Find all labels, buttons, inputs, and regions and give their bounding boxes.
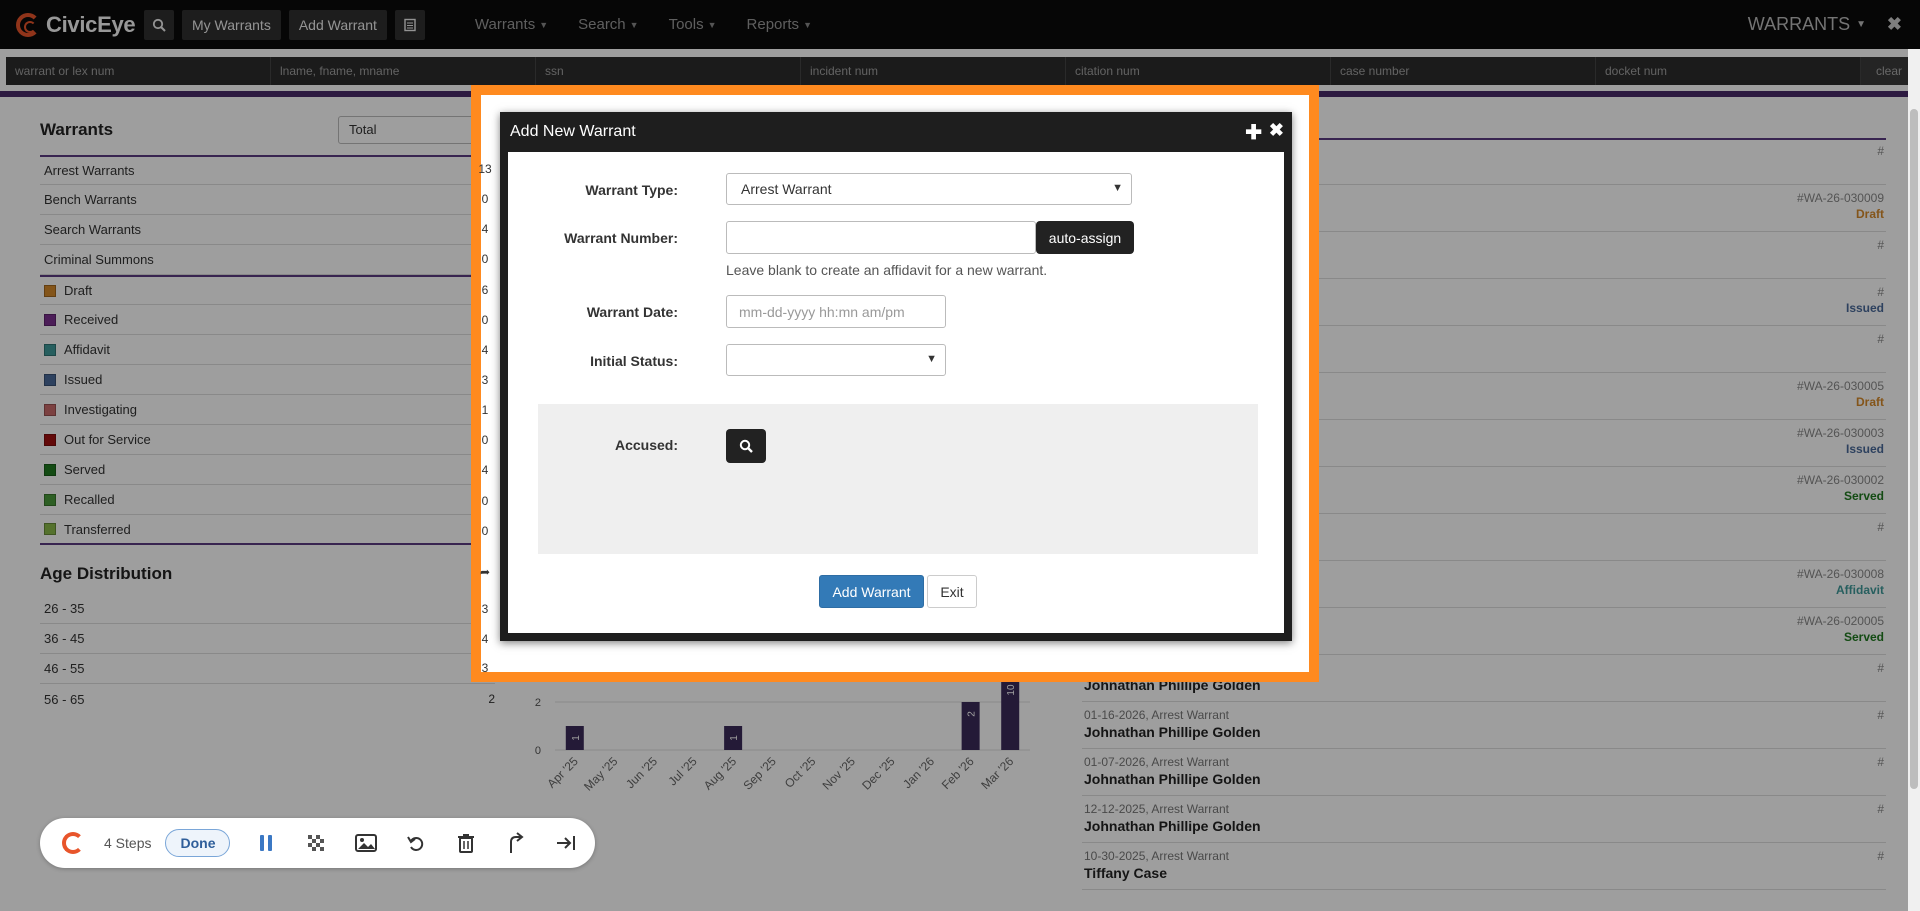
skip-to-end-icon[interactable] <box>552 829 580 857</box>
trash-icon[interactable] <box>452 829 480 857</box>
page-scrollbar[interactable] <box>1908 49 1920 911</box>
warrant-type-label: Warrant Type: <box>585 182 678 198</box>
modal-body: Warrant Type: Arrest Warrant ▼ Warrant N… <box>508 152 1284 633</box>
strip-value: 13 <box>478 162 492 176</box>
strip-value: 3 <box>481 373 489 387</box>
exit-button[interactable]: Exit <box>927 575 977 608</box>
modal-title: Add New Warrant <box>510 123 636 140</box>
warrant-number-help: Leave blank to create an affidavit for a… <box>726 262 1048 278</box>
chevron-down-icon: ▼ <box>926 353 937 365</box>
strip-value: 4 <box>481 632 489 646</box>
modal-header: Add New Warrant ✚ ✖ <box>500 112 1292 152</box>
done-button[interactable]: Done <box>165 829 231 857</box>
add-warrant-submit-button[interactable]: Add Warrant <box>819 575 924 608</box>
blur-icon[interactable] <box>302 829 330 857</box>
export-icon[interactable] <box>502 829 530 857</box>
initial-status-select[interactable]: ▼ <box>726 344 946 376</box>
strip-value: 3 <box>481 661 489 675</box>
strip-value: 6 <box>481 283 489 297</box>
scroll-thumb[interactable] <box>1910 109 1918 789</box>
add-warrant-modal: Add New Warrant ✚ ✖ Warrant Type: Arrest… <box>500 112 1292 641</box>
undo-icon[interactable] <box>402 829 430 857</box>
share-icon[interactable]: ➦ <box>476 565 494 579</box>
expand-icon[interactable]: ✚ <box>1245 120 1262 145</box>
recorder-toolbar: 4 Steps Done <box>40 818 595 868</box>
warrant-number-input[interactable] <box>726 221 1036 254</box>
steps-count: 4 Steps <box>104 835 152 851</box>
pause-icon[interactable] <box>252 829 280 857</box>
chevron-down-icon: ▼ <box>1112 182 1123 194</box>
accused-search-button[interactable] <box>726 429 766 463</box>
auto-assign-button[interactable]: auto-assign <box>1036 221 1134 254</box>
strip-value: 4 <box>481 463 489 477</box>
warrant-type-select[interactable]: Arrest Warrant ▼ <box>726 173 1132 205</box>
strip-value: 0 <box>481 494 489 508</box>
strip-value: 0 <box>481 524 489 538</box>
search-icon <box>739 439 753 453</box>
image-icon[interactable] <box>352 829 380 857</box>
close-icon[interactable]: ✖ <box>1269 120 1284 141</box>
accused-panel: Accused: <box>538 404 1258 554</box>
strip-value: 3 <box>481 602 489 616</box>
warrant-number-label: Warrant Number: <box>564 230 678 246</box>
warrant-date-input[interactable]: mm-dd-yyyy hh:mn am/pm <box>726 295 946 328</box>
strip-value: 0 <box>481 252 489 266</box>
strip-value: 1 <box>481 403 489 417</box>
civiceye-logo-icon <box>62 832 84 854</box>
warrant-date-label: Warrant Date: <box>586 304 678 320</box>
initial-status-label: Initial Status: <box>590 353 678 369</box>
warrant-type-value: Arrest Warrant <box>741 181 832 197</box>
accused-label: Accused: <box>614 437 678 453</box>
